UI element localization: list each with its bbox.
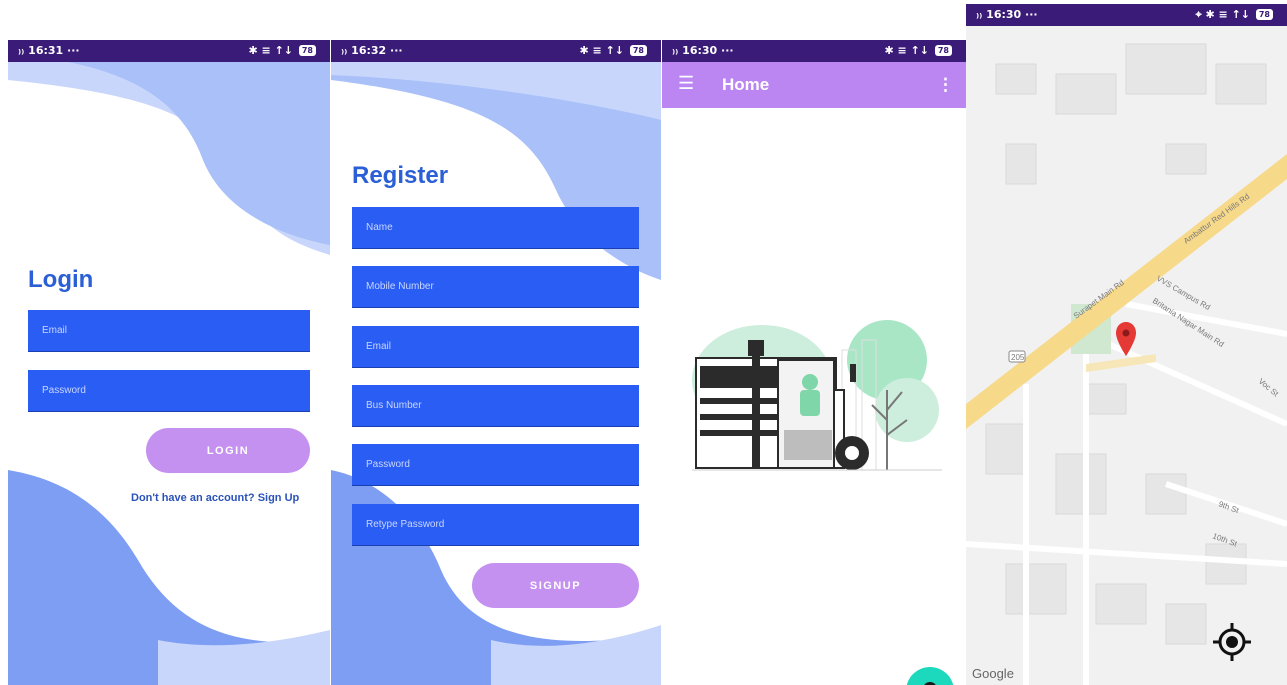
name-field[interactable]: Name [352,207,639,249]
battery-icon: 78 [298,45,316,56]
map-view[interactable]: 205 Ambattur Red Hills Rd Surapet Main R… [966,4,1287,685]
battery-icon: 78 [934,45,952,56]
hamburger-icon[interactable]: ☰ [678,74,694,92]
status-icons: ⌖ ✱ ≡ ↑↓ 78 [1195,8,1273,22]
page-title: Login [28,266,94,293]
status-icons: ✱ ≡ ↑↓ 78 [579,44,647,57]
email-field[interactable]: Email [352,326,639,368]
login-button[interactable]: LOGIN [146,428,310,473]
login-background-waves [8,62,330,685]
password-field[interactable]: Password [352,444,639,486]
status-bar: ₎₎ 16:30 ··· ✱ ≡ ↑↓ 78 [662,40,966,62]
more-vertical-icon[interactable]: ⋮ [937,75,954,95]
my-location-icon[interactable] [1211,621,1253,663]
signup-link[interactable]: Don't have an account? Sign Up [131,492,299,504]
status-icons: ✱ ≡ ↑↓ 78 [248,44,316,57]
map-label-shield: 205 [1011,353,1025,362]
page-title: Home [722,75,770,94]
home-screen: ₎₎ 16:30 ··· ✱ ≡ ↑↓ 78 ☰ Home ⋮ [662,40,966,685]
status-bar: ₎₎ 16:32 ··· ✱ ≡ ↑↓ 78 [331,40,661,62]
signup-button[interactable]: SIGNUP [472,563,639,608]
email-field[interactable]: Email [28,310,310,352]
battery-icon: 78 [629,45,647,56]
login-screen: ₎₎ 16:31 ··· ✱ ≡ ↑↓ 78 Login Email Passw… [8,40,330,685]
mobile-number-field[interactable]: Mobile Number [352,266,639,308]
app-bar: ☰ Home ⋮ [662,62,966,108]
google-logo: Google [972,666,1014,681]
battery-icon: 78 [1255,9,1273,20]
password-field[interactable]: Password [28,370,310,412]
status-bar: ₎₎ 16:30 ··· ⌖ ✱ ≡ ↑↓ 78 [966,4,1287,26]
bus-number-field[interactable]: Bus Number [352,385,639,427]
status-time: ₎₎ 16:31 ··· [18,44,80,57]
status-icons: ✱ ≡ ↑↓ 78 [884,44,952,57]
status-time: ₎₎ 16:30 ··· [672,44,734,57]
status-time: ₎₎ 16:32 ··· [341,44,403,57]
page-title: Register [352,162,449,189]
status-time: ₎₎ 16:30 ··· [976,8,1038,21]
status-bar: ₎₎ 16:31 ··· ✱ ≡ ↑↓ 78 [8,40,330,62]
bus-illustration [692,320,942,471]
location-fab[interactable] [906,667,954,685]
bus-body [695,340,869,470]
retype-password-field[interactable]: Retype Password [352,504,639,546]
map-screen: 205 Ambattur Red Hills Rd Surapet Main R… [966,4,1287,685]
register-screen: ₎₎ 16:32 ··· ✱ ≡ ↑↓ 78 Register Name Mob… [331,40,661,685]
